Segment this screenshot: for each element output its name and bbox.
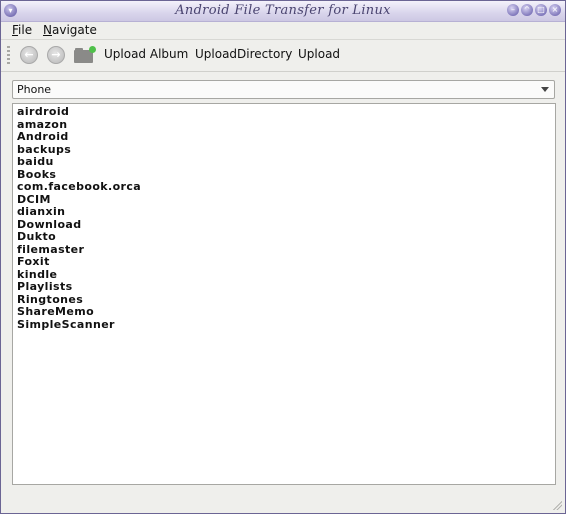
toolbar: ← → Upload Album UploadDirectory Upload [1, 39, 565, 72]
list-item[interactable]: Foxit [17, 255, 50, 268]
arrow-right-icon: → [51, 48, 61, 61]
status-bar [1, 487, 565, 513]
resize-grip-icon[interactable] [552, 500, 562, 510]
minimize-icon[interactable]: – [507, 4, 519, 16]
list-item[interactable]: baidu [17, 155, 54, 168]
app-window: ▾ Android File Transfer for Linux – ^ □ … [0, 0, 566, 514]
shade-icon[interactable]: ^ [521, 4, 533, 16]
forward-button[interactable]: → [47, 46, 65, 64]
list-item[interactable]: com.facebook.orca [17, 180, 141, 193]
upload-button[interactable]: Upload [298, 47, 340, 61]
toolbar-grip[interactable] [7, 46, 10, 64]
list-item[interactable]: SimpleScanner [17, 318, 115, 331]
list-item[interactable]: Playlists [17, 280, 73, 293]
upload-directory-button[interactable]: UploadDirectory [195, 47, 292, 61]
upload-album-button[interactable]: Upload Album [104, 47, 188, 61]
list-item[interactable]: dianxin [17, 205, 65, 218]
menu-bar: File Navigate [1, 22, 565, 39]
window-controls: – ^ □ × [507, 4, 561, 16]
close-icon[interactable]: × [549, 4, 561, 16]
list-item[interactable]: airdroid [17, 105, 69, 118]
list-item[interactable]: Android [17, 130, 69, 143]
chevron-down-icon [541, 87, 549, 92]
new-folder-button[interactable] [74, 46, 96, 63]
back-button[interactable]: ← [20, 46, 38, 64]
menu-navigate[interactable]: Navigate [43, 23, 97, 37]
storage-select-value: Phone [17, 83, 52, 96]
menu-file[interactable]: File [12, 23, 32, 37]
window-title: Android File Transfer for Linux [175, 3, 391, 18]
file-list[interactable]: airdroid amazon Android backups baidu Bo… [12, 103, 556, 485]
list-item[interactable]: Dukto [17, 230, 56, 243]
storage-select[interactable]: Phone [12, 80, 555, 99]
title-bar[interactable]: ▾ Android File Transfer for Linux – ^ □ … [1, 1, 565, 22]
arrow-left-icon: ← [24, 48, 34, 61]
maximize-icon[interactable]: □ [535, 4, 547, 16]
list-item[interactable]: ShareMemo [17, 305, 94, 318]
